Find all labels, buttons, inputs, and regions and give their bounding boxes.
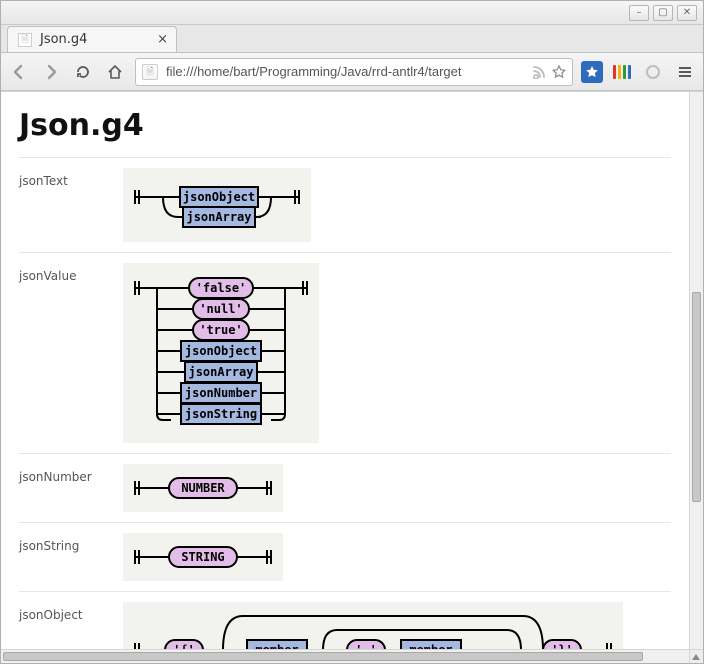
rule-jsonObject: jsonObject '{' member	[19, 591, 671, 649]
diagram-jsonNumber: NUMBER	[123, 464, 283, 512]
rule-label: jsonString	[19, 533, 123, 553]
extension-circle-button[interactable]	[641, 60, 665, 84]
url-bar[interactable]: 🗎	[135, 58, 573, 86]
bookmark-star-icon[interactable]	[552, 65, 566, 79]
svg-text:'null': 'null'	[199, 302, 242, 316]
url-input[interactable]	[164, 63, 526, 80]
diagram-jsonObject: '{' member ','	[123, 602, 623, 649]
nav-back-button[interactable]	[7, 60, 31, 84]
nav-forward-button[interactable]	[39, 60, 63, 84]
diagram-jsonText: jsonObject jsonArray	[123, 168, 311, 242]
tab-json-g4[interactable]: 🗎 Json.g4 ×	[7, 26, 177, 52]
rule-jsonString: jsonString STRING	[19, 522, 671, 591]
browser-toolbar: 🗎	[1, 53, 703, 91]
svg-text:jsonNumber: jsonNumber	[185, 386, 257, 400]
svg-text:'true': 'true'	[199, 323, 242, 337]
horizontal-scrollbar[interactable]	[1, 649, 689, 663]
window-maximize-button[interactable]: ▢	[653, 5, 673, 21]
diagram-jsonString: STRING	[123, 533, 283, 581]
protocol-icon: 🗎	[142, 64, 158, 80]
page-title: Json.g4	[19, 108, 671, 143]
menu-button[interactable]	[673, 60, 697, 84]
rule-label: jsonText	[19, 168, 123, 188]
extension-star-button[interactable]	[581, 61, 603, 83]
rule-label: jsonObject	[19, 602, 123, 622]
svg-text:'false': 'false'	[196, 281, 247, 295]
extension-colors-button[interactable]	[611, 61, 633, 83]
rule-jsonText: jsonText jsonObject jsonArray	[19, 157, 671, 252]
rule-label: jsonNumber	[19, 464, 123, 484]
svg-text:STRING: STRING	[181, 550, 224, 564]
page-content: Json.g4 jsonText jsonObject jsonArray	[1, 92, 689, 649]
home-button[interactable]	[103, 60, 127, 84]
svg-text:jsonArray: jsonArray	[186, 210, 251, 224]
window-titlebar: – ▢ ✕	[1, 1, 703, 25]
window-close-button[interactable]: ✕	[677, 5, 697, 21]
rule-label: jsonValue	[19, 263, 123, 283]
svg-text:jsonString: jsonString	[185, 407, 257, 421]
tab-close-icon[interactable]: ×	[157, 32, 168, 47]
scroll-corner	[689, 649, 703, 663]
reload-button[interactable]	[71, 60, 95, 84]
file-icon: 🗎	[18, 33, 32, 47]
diagram-jsonValue: 'false' 'null' 'true' jsonObject jsonArr…	[123, 263, 319, 443]
svg-text:NUMBER: NUMBER	[181, 481, 225, 495]
svg-text:jsonObject: jsonObject	[183, 190, 255, 204]
scrollbar-thumb[interactable]	[3, 652, 643, 661]
scrollbar-thumb[interactable]	[692, 292, 701, 502]
rss-icon[interactable]	[532, 65, 546, 79]
tab-strip: 🗎 Json.g4 ×	[1, 25, 703, 53]
svg-text:jsonObject: jsonObject	[185, 344, 257, 358]
rule-jsonNumber: jsonNumber NUMBER	[19, 453, 671, 522]
window-minimize-button[interactable]: –	[629, 5, 649, 21]
rule-jsonValue: jsonValue	[19, 252, 671, 453]
vertical-scrollbar[interactable]	[689, 92, 703, 649]
browser-window: – ▢ ✕ 🗎 Json.g4 × 🗎	[0, 0, 704, 664]
svg-text:jsonArray: jsonArray	[188, 365, 253, 379]
tab-title: Json.g4	[40, 32, 87, 47]
